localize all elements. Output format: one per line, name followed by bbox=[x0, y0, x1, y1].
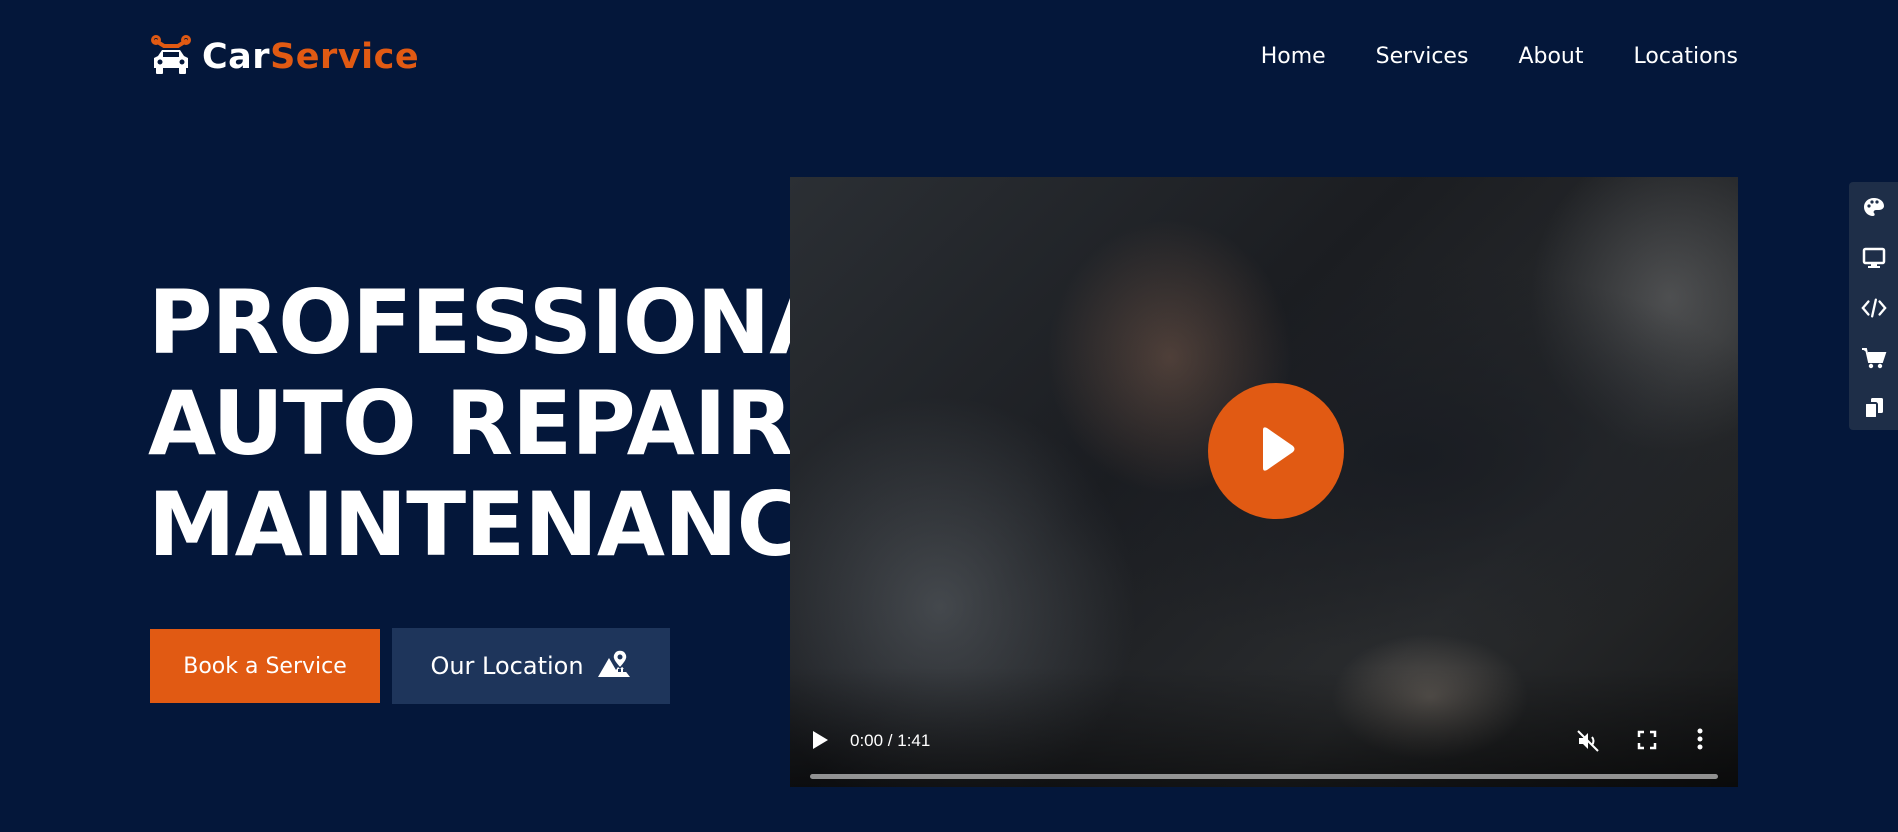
brand-logo[interactable]: CarService bbox=[150, 34, 419, 80]
monitor-icon[interactable] bbox=[1861, 245, 1887, 271]
palette-icon[interactable] bbox=[1861, 195, 1887, 221]
nav-about[interactable]: About bbox=[1518, 44, 1583, 69]
more-vertical-icon[interactable] bbox=[1696, 728, 1704, 754]
video-play-overlay[interactable] bbox=[1208, 383, 1344, 519]
brand-name: CarService bbox=[202, 37, 420, 77]
cart-icon[interactable] bbox=[1861, 345, 1887, 371]
video-play-button[interactable] bbox=[810, 729, 830, 755]
hero-title: PROFESSIONAL AUTO REPAIR & MAINTENANCE bbox=[148, 271, 899, 576]
map-location-icon bbox=[596, 648, 632, 684]
play-icon bbox=[1255, 426, 1297, 476]
nav-locations[interactable]: Locations bbox=[1633, 44, 1738, 69]
code-icon[interactable] bbox=[1861, 295, 1887, 321]
nav-home[interactable]: Home bbox=[1261, 44, 1326, 69]
tool-panel bbox=[1849, 182, 1898, 430]
video-controls: 0:00 / 1:41 bbox=[790, 697, 1738, 787]
video-time: 0:00 / 1:41 bbox=[850, 731, 931, 750]
mute-icon[interactable] bbox=[1576, 729, 1600, 757]
copy-icon[interactable] bbox=[1861, 395, 1887, 421]
book-service-button[interactable]: Book a Service bbox=[150, 629, 380, 703]
car-wrench-icon bbox=[150, 34, 192, 80]
promo-video[interactable]: 0:00 / 1:41 bbox=[790, 177, 1738, 787]
video-progress-bar[interactable] bbox=[810, 774, 1718, 779]
our-location-button[interactable]: Our Location bbox=[392, 628, 670, 704]
our-location-label: Our Location bbox=[430, 652, 584, 680]
nav-services[interactable]: Services bbox=[1376, 44, 1469, 69]
fullscreen-icon[interactable] bbox=[1637, 730, 1657, 754]
main-nav: Home Services About Locations bbox=[1261, 44, 1738, 69]
